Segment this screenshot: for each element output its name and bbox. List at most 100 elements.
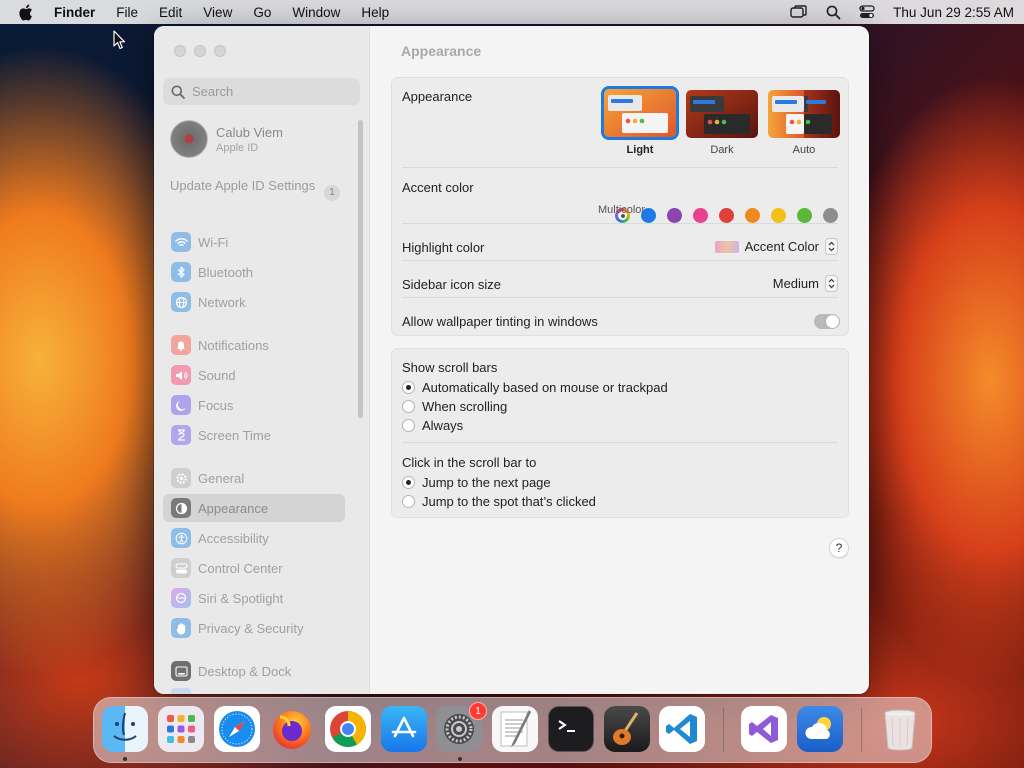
menu-go[interactable]: Go xyxy=(253,5,271,20)
globe-icon xyxy=(171,292,191,312)
menu-finder[interactable]: Finder xyxy=(54,5,95,20)
radio-button[interactable] xyxy=(402,476,415,489)
app-store-icon[interactable] xyxy=(381,706,427,752)
vscode-icon[interactable] xyxy=(659,706,705,752)
apple-menu-icon[interactable] xyxy=(18,3,34,21)
safari-icon[interactable] xyxy=(214,706,260,752)
sidebar-item-bluetooth[interactable]: Bluetooth xyxy=(163,258,345,286)
screen-mirroring-icon[interactable] xyxy=(790,5,808,19)
control-center-icon[interactable] xyxy=(859,5,875,19)
chevron-up-down-icon xyxy=(825,238,838,255)
divider xyxy=(402,297,838,298)
system-settings-badge: 1 xyxy=(469,702,487,720)
weather-icon[interactable] xyxy=(797,706,843,752)
radio-scroll-always[interactable]: Always xyxy=(402,418,463,433)
menu-view[interactable]: View xyxy=(203,5,232,20)
page-title: Appearance xyxy=(401,43,482,59)
sidebar-item-screen-time[interactable]: Screen Time xyxy=(163,421,345,449)
accent-color-label: Accent color xyxy=(402,180,474,195)
sidebar-item-siri-spotlight[interactable]: Siri & Spotlight xyxy=(163,584,345,612)
sidebar-next-item-peek xyxy=(171,688,191,694)
accent-swatch[interactable] xyxy=(771,208,786,223)
sidebar-item-desktop-dock[interactable]: Desktop & Dock xyxy=(163,657,345,685)
hand-icon xyxy=(171,618,191,638)
appearance-option-auto[interactable] xyxy=(768,90,840,138)
accent-swatch[interactable] xyxy=(667,208,682,223)
sidebar-item-accessibility[interactable]: Accessibility xyxy=(163,524,345,552)
radio-scroll-automatic[interactable]: Automatically based on mouse or trackpad xyxy=(402,380,668,395)
radio-scroll-when-scrolling[interactable]: When scrolling xyxy=(402,399,507,414)
visual-studio-icon[interactable] xyxy=(741,706,787,752)
highlight-color-popup[interactable]: Accent Color xyxy=(714,238,838,255)
accent-swatch[interactable] xyxy=(693,208,708,223)
sidebar-item-label: General xyxy=(198,470,245,486)
radio-button[interactable] xyxy=(402,400,415,413)
sidebar-item-focus[interactable]: Focus xyxy=(163,391,345,419)
avatar xyxy=(170,120,208,158)
appearance-pane: Appearance Appearance Light Dark Auto Ac… xyxy=(370,26,869,694)
sidebar-item-general[interactable]: General xyxy=(163,464,345,492)
terminal-icon[interactable] xyxy=(548,706,594,752)
appearance-option-dark[interactable] xyxy=(686,90,758,138)
control-center-icon xyxy=(171,558,191,578)
sidebar-scrollbar[interactable] xyxy=(358,120,363,418)
divider xyxy=(402,442,838,443)
update-badge: 1 xyxy=(324,185,340,201)
accent-swatch[interactable] xyxy=(823,208,838,223)
sidebar-item-notifications[interactable]: Notifications xyxy=(163,331,345,359)
sidebar-item-network[interactable]: Network xyxy=(163,288,345,316)
menu-window[interactable]: Window xyxy=(292,5,340,20)
minimize-button[interactable] xyxy=(194,45,206,57)
sidebar-item-privacy-security[interactable]: Privacy & Security xyxy=(163,614,345,642)
sidebar-item-sound[interactable]: Sound xyxy=(163,361,345,389)
sidebar-item-appearance[interactable]: Appearance xyxy=(163,494,345,522)
sidebar-item-label: Siri & Spotlight xyxy=(198,590,284,606)
show-scroll-bars-label: Show scroll bars xyxy=(402,360,498,375)
sidebar-item-wifi[interactable]: Wi-Fi xyxy=(163,228,345,256)
textedit-icon[interactable] xyxy=(492,706,538,752)
appearance-option-auto-label: Auto xyxy=(792,144,816,156)
spotlight-search-icon[interactable] xyxy=(826,5,841,20)
menu-help[interactable]: Help xyxy=(361,5,389,20)
wifi-icon xyxy=(171,232,191,252)
radio-label: Always xyxy=(422,418,464,433)
help-button[interactable]: ? xyxy=(829,538,849,558)
accent-swatch[interactable] xyxy=(745,208,760,223)
scroll-bar-settings-group: Show scroll bars Automatically based on … xyxy=(391,348,849,518)
update-apple-id-item[interactable]: Update Apple ID Settings 1 xyxy=(170,178,340,201)
sidebar-item-control-center[interactable]: Control Center xyxy=(163,554,345,582)
appearance-icon xyxy=(171,498,191,518)
radio-button[interactable] xyxy=(402,381,415,394)
sidebar-item-label: Focus xyxy=(198,397,234,413)
firefox-icon[interactable] xyxy=(269,706,315,752)
finder-icon[interactable] xyxy=(102,706,148,752)
close-button[interactable] xyxy=(174,45,186,57)
chrome-icon[interactable] xyxy=(325,706,371,752)
mouse-cursor-icon xyxy=(113,30,126,50)
menu-edit[interactable]: Edit xyxy=(159,5,182,20)
divider xyxy=(402,167,838,168)
menu-clock[interactable]: Thu Jun 29 2:55 AM xyxy=(893,5,1014,20)
wallpaper-tinting-toggle[interactable] xyxy=(814,314,840,329)
sidebar-item-label: Desktop & Dock xyxy=(198,663,292,679)
appearance-option-light[interactable] xyxy=(601,86,679,140)
trash-icon[interactable] xyxy=(877,706,923,752)
radio-label: When scrolling xyxy=(422,399,508,414)
menu-file[interactable]: File xyxy=(116,5,138,20)
zoom-button[interactable] xyxy=(214,45,226,57)
accent-swatch[interactable] xyxy=(719,208,734,223)
bell-icon xyxy=(171,335,191,355)
sidebar-search-field[interactable]: Search xyxy=(163,78,360,105)
radio-jump-to-spot[interactable]: Jump to the spot that’s clicked xyxy=(402,494,596,509)
sidebar-icon-size-popup[interactable]: Medium xyxy=(773,275,838,292)
radio-jump-next-page[interactable]: Jump to the next page xyxy=(402,475,551,490)
radio-button[interactable] xyxy=(402,419,415,432)
apple-id-profile[interactable]: Calub Viem Apple ID xyxy=(170,120,283,158)
sidebar-item-label: Appearance xyxy=(198,500,269,516)
radio-button[interactable] xyxy=(402,495,415,508)
launchpad-icon[interactable] xyxy=(158,706,204,752)
radio-label: Jump to the next page xyxy=(422,475,551,490)
accent-swatch[interactable] xyxy=(797,208,812,223)
garageband-icon[interactable] xyxy=(604,706,650,752)
settings-sidebar: Search Calub Viem Apple ID Update Apple … xyxy=(154,26,370,694)
